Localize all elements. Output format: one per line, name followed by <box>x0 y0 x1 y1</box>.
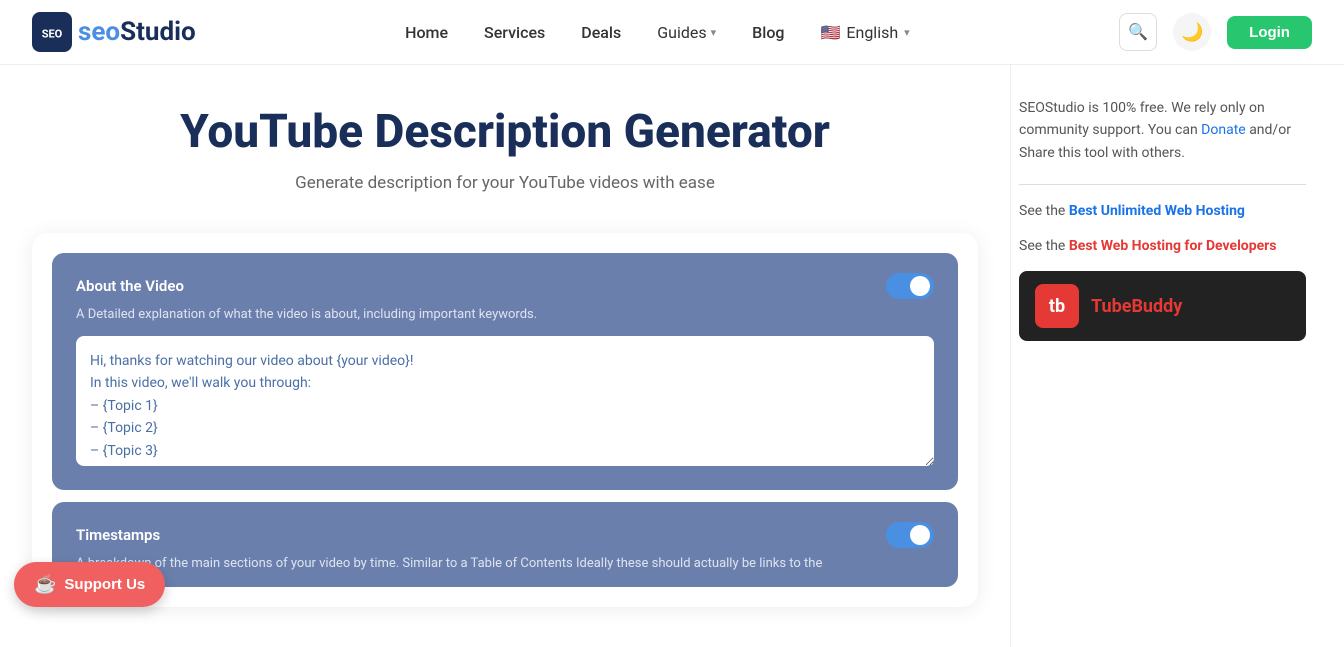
logo-icon: SEO <box>32 12 72 52</box>
page-title: YouTube Description Generator <box>32 105 978 159</box>
toggle-thumb <box>910 276 930 296</box>
best-hosting-link[interactable]: Best Unlimited Web Hosting <box>1069 203 1245 219</box>
tool-card: About the Video A Detailed explanation o… <box>32 233 978 607</box>
coffee-icon: ☕ <box>34 574 56 595</box>
section2-title: Timestamps <box>76 526 160 544</box>
guides-chevron-icon: ▾ <box>711 26 717 39</box>
sidebar-hosting-link2: See the Best Web Hosting for Developers <box>1019 236 1306 257</box>
search-button[interactable]: 🔍 <box>1119 13 1157 51</box>
nav-deals[interactable]: Deals <box>581 23 621 42</box>
nav-blog[interactable]: Blog <box>752 23 784 42</box>
section1-title: About the Video <box>76 277 184 295</box>
logo-text: seoStudio <box>78 17 196 47</box>
about-video-section: About the Video A Detailed explanation o… <box>52 253 958 490</box>
section2-toggle[interactable] <box>886 522 934 548</box>
main-nav: Home Services Deals Guides ▾ Blog 🇺🇸 Eng… <box>405 23 910 42</box>
language-selector[interactable]: 🇺🇸 English ▾ <box>820 23 909 42</box>
best-hosting-dev-link[interactable]: Best Web Hosting for Developers <box>1069 238 1277 254</box>
search-icon: 🔍 <box>1128 22 1148 42</box>
sidebar-divider <box>1019 184 1306 185</box>
main-content: YouTube Description Generator Generate d… <box>0 65 1010 647</box>
nav-home[interactable]: Home <box>405 23 448 42</box>
site-header: SEO seoStudio Home Services Deals Guides… <box>0 0 1344 65</box>
timestamps-section: Timestamps A breakdown of the main secti… <box>52 502 958 587</box>
tubebuddy-banner[interactable]: tb TubeBuddy <box>1019 271 1306 341</box>
theme-toggle-button[interactable]: 🌙 <box>1173 13 1211 51</box>
page-subtitle: Generate description for your YouTube vi… <box>32 173 978 193</box>
main-layout: YouTube Description Generator Generate d… <box>0 65 1344 647</box>
support-us-button[interactable]: ☕ Support Us <box>14 562 165 607</box>
moon-icon: 🌙 <box>1181 22 1203 43</box>
tubebuddy-brand-text: TubeBuddy <box>1091 296 1182 317</box>
nav-services[interactable]: Services <box>484 23 545 42</box>
section1-desc: A Detailed explanation of what the video… <box>76 307 934 322</box>
section2-header: Timestamps <box>76 522 934 548</box>
nav-guides[interactable]: Guides ▾ <box>657 23 716 42</box>
sidebar-hosting-link1: See the Best Unlimited Web Hosting <box>1019 201 1306 222</box>
section1-header: About the Video <box>76 273 934 299</box>
support-label: Support Us <box>64 576 145 593</box>
tubebuddy-logo-icon: tb <box>1035 284 1079 328</box>
sidebar-donate-link[interactable]: Donate <box>1201 122 1246 138</box>
header-actions: 🔍 🌙 Login <box>1119 13 1312 51</box>
flag-icon: 🇺🇸 <box>820 23 840 42</box>
about-video-textarea[interactable]: Hi, thanks for watching our video about … <box>76 336 934 466</box>
logo-link[interactable]: SEO seoStudio <box>32 12 196 52</box>
sidebar: SEOStudio is 100% free. We rely only on … <box>1010 65 1330 647</box>
lang-chevron-icon: ▾ <box>904 26 910 39</box>
section2-desc: A breakdown of the main sections of your… <box>76 556 934 571</box>
sidebar-intro: SEOStudio is 100% free. We rely only on … <box>1019 97 1306 164</box>
toggle-thumb-2 <box>910 525 930 545</box>
section1-toggle[interactable] <box>886 273 934 299</box>
svg-text:SEO: SEO <box>42 27 63 40</box>
login-button[interactable]: Login <box>1227 16 1312 49</box>
